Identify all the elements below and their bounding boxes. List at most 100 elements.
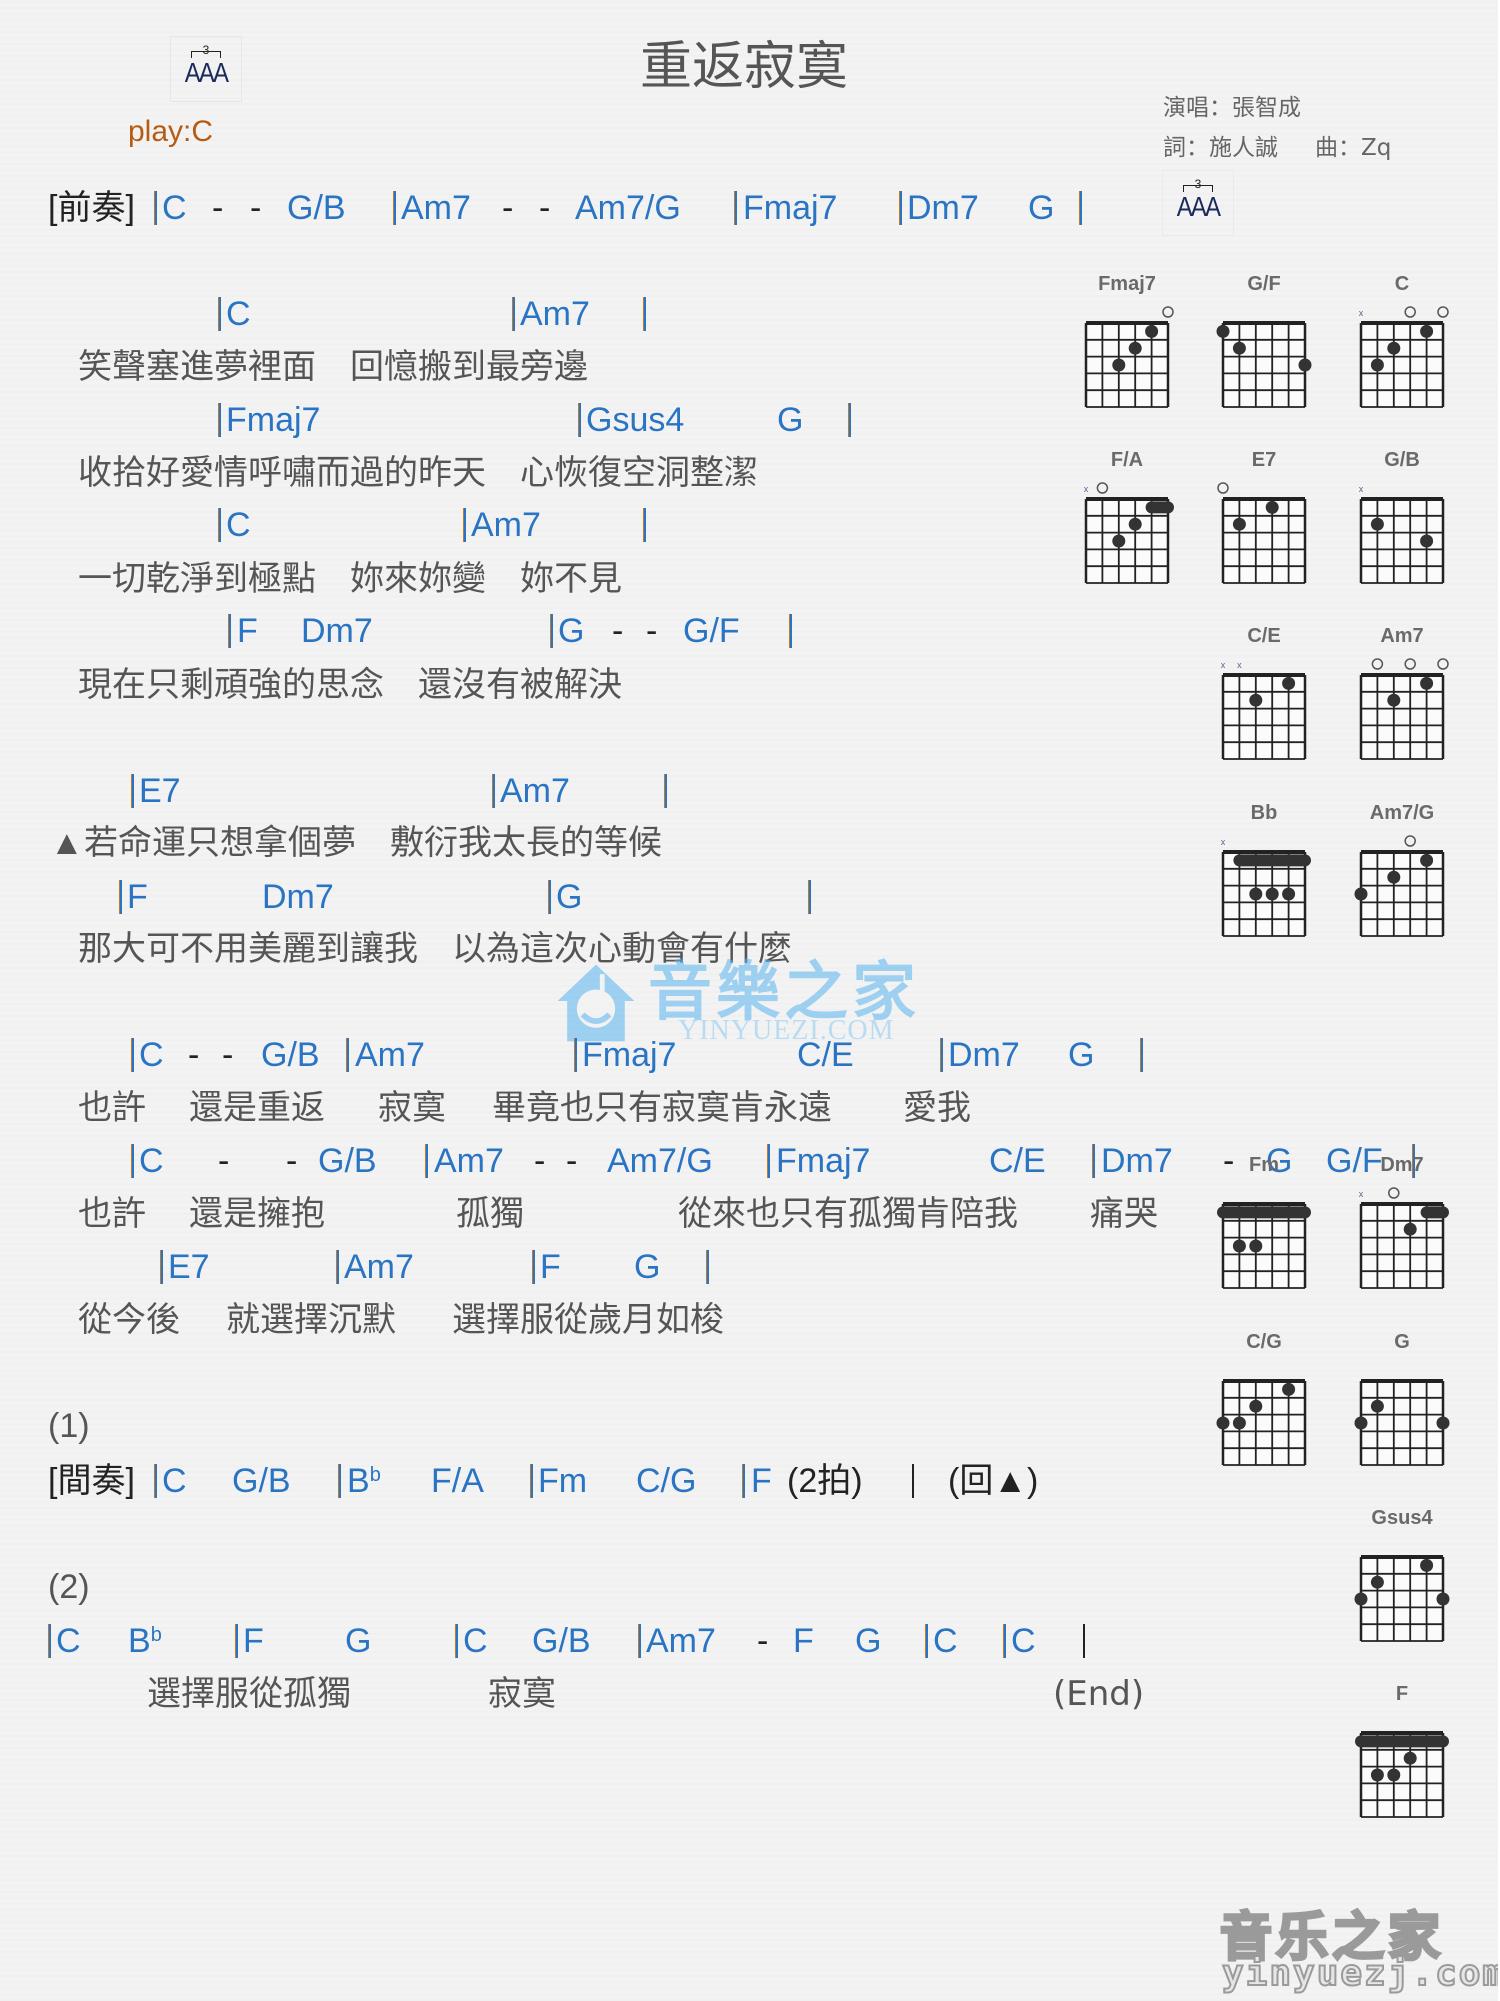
bar-line bbox=[235, 1624, 238, 1658]
finger-dot bbox=[1282, 1382, 1296, 1396]
finger-dot bbox=[1420, 534, 1434, 548]
chord: E7 bbox=[168, 1248, 210, 1286]
open-string-marker bbox=[1217, 482, 1229, 494]
finger-dot bbox=[1420, 853, 1434, 867]
lyric-line: 若命運只想拿個夢 敷衍我太長的等候 bbox=[84, 823, 662, 863]
chord-diagram-g-f: G/F bbox=[1204, 273, 1324, 433]
finger-dot bbox=[1232, 341, 1246, 355]
lyric-phrase: 還是擁抱 bbox=[189, 1194, 325, 1234]
strum-notes: AAA bbox=[1176, 191, 1221, 222]
chord: E7 bbox=[139, 772, 181, 810]
bar-line bbox=[643, 508, 646, 542]
watermark-url: YINYUEZI.COM bbox=[678, 1015, 895, 1046]
chord: G/B bbox=[232, 1462, 291, 1500]
chord: C bbox=[162, 189, 187, 227]
interlude-label: [間奏] bbox=[48, 1462, 135, 1500]
bar-line bbox=[808, 880, 811, 914]
bar-line bbox=[734, 191, 737, 225]
chord: C bbox=[139, 1036, 164, 1074]
chord: C bbox=[226, 295, 251, 333]
chord-diagram-bb: Bb x bbox=[1204, 802, 1324, 962]
hold-dash: - bbox=[566, 1142, 578, 1180]
chord-diagram-am7: Am7 bbox=[1342, 625, 1462, 785]
hold-dash: - bbox=[646, 612, 658, 650]
hold-dash: - bbox=[222, 1036, 234, 1074]
fretboard-grid bbox=[1217, 482, 1307, 584]
lyric-line: 收拾好愛情呼嘯而過的昨天 心恢復空洞整潔 bbox=[78, 453, 758, 493]
finger-dot bbox=[1370, 1768, 1384, 1782]
bar-line bbox=[550, 614, 553, 648]
fretboard-grid: x bbox=[1221, 837, 1311, 937]
hold-dash: - bbox=[218, 1142, 230, 1180]
chord: F bbox=[243, 1622, 264, 1660]
chord-diagram-fmaj7: Fmaj7 bbox=[1067, 273, 1187, 433]
chord: F bbox=[540, 1248, 561, 1286]
bar-line bbox=[925, 1624, 928, 1658]
finger-dot bbox=[1232, 517, 1246, 531]
bar-line bbox=[767, 1144, 770, 1178]
lyric-phrase: 還是重返 bbox=[189, 1088, 325, 1128]
muted-string-marker: x bbox=[1359, 484, 1364, 494]
open-string-marker bbox=[1404, 306, 1416, 318]
chord: Dm7 bbox=[262, 878, 334, 916]
bar-line bbox=[706, 1250, 709, 1284]
chord-diagram-am7-g: Am7/G bbox=[1342, 802, 1462, 962]
fretboard-grid: x bbox=[1359, 1187, 1449, 1289]
chord-flat: Bb bbox=[347, 1461, 381, 1501]
bar-line bbox=[912, 1464, 914, 1498]
bar-line bbox=[848, 403, 851, 437]
chord: Fm bbox=[538, 1462, 588, 1500]
chord: Fmaj7 bbox=[743, 189, 838, 227]
finger-dot bbox=[1403, 1222, 1417, 1236]
chord: Am7 bbox=[344, 1248, 414, 1286]
chord: G bbox=[634, 1248, 661, 1286]
bar-line bbox=[1083, 1624, 1085, 1658]
bar-line bbox=[1092, 1144, 1095, 1178]
bar-line bbox=[940, 1038, 943, 1072]
finger-dot bbox=[1387, 1768, 1401, 1782]
fretboard-grid: x bbox=[1359, 306, 1449, 408]
bar-line bbox=[1079, 191, 1082, 225]
chord: F bbox=[237, 612, 258, 650]
chord-root: B bbox=[128, 1622, 151, 1660]
bar-line bbox=[218, 508, 221, 542]
chord-diagram-f-a: F/A x bbox=[1067, 449, 1187, 609]
bar-line bbox=[48, 1624, 51, 1658]
bar-line bbox=[574, 1038, 577, 1072]
bar-line bbox=[131, 1144, 134, 1178]
lyric-phrase: 寂寞 bbox=[488, 1674, 556, 1714]
play-key: play:C bbox=[128, 115, 214, 148]
chord: G bbox=[855, 1622, 882, 1660]
hold-dash: - bbox=[534, 1142, 546, 1180]
hold-dash: - bbox=[250, 189, 262, 227]
finger-dot bbox=[1112, 534, 1126, 548]
lyric-line: 一切乾淨到極點 妳來妳變 妳不見 bbox=[78, 559, 622, 599]
chord-diagram-c-e: C/E x x bbox=[1204, 625, 1324, 785]
bar-line bbox=[160, 1250, 163, 1284]
bar-line bbox=[899, 191, 902, 225]
hold-dash: - bbox=[286, 1142, 298, 1180]
bar-line bbox=[548, 880, 551, 914]
finger-dot bbox=[1370, 358, 1384, 372]
singer-credit: 演唱：張智成 bbox=[1163, 95, 1301, 121]
barre bbox=[1420, 1206, 1449, 1219]
open-string-marker bbox=[1404, 658, 1416, 670]
chord: C/E bbox=[797, 1036, 854, 1074]
open-string-marker bbox=[1437, 306, 1449, 318]
finger-dot bbox=[1420, 676, 1434, 690]
flat-sign: b bbox=[150, 1624, 162, 1646]
chord: G/F bbox=[683, 612, 740, 650]
chord-flat: Bb bbox=[128, 1621, 162, 1661]
fretboard-grid bbox=[1216, 1379, 1307, 1466]
chord-diagram-f: F bbox=[1342, 1683, 1462, 1843]
bar-line bbox=[425, 1144, 428, 1178]
lyric-phrase: 從今後 bbox=[78, 1300, 180, 1340]
fretboard-grid: xx bbox=[1221, 660, 1307, 760]
finger-dot bbox=[1370, 1575, 1384, 1589]
chord: G/B bbox=[287, 189, 346, 227]
intro-label: [前奏] bbox=[48, 189, 135, 227]
bar-line bbox=[1140, 1038, 1143, 1072]
finger-dot bbox=[1354, 1592, 1368, 1606]
chord: F bbox=[127, 878, 148, 916]
hold-dash: - bbox=[188, 1036, 200, 1074]
